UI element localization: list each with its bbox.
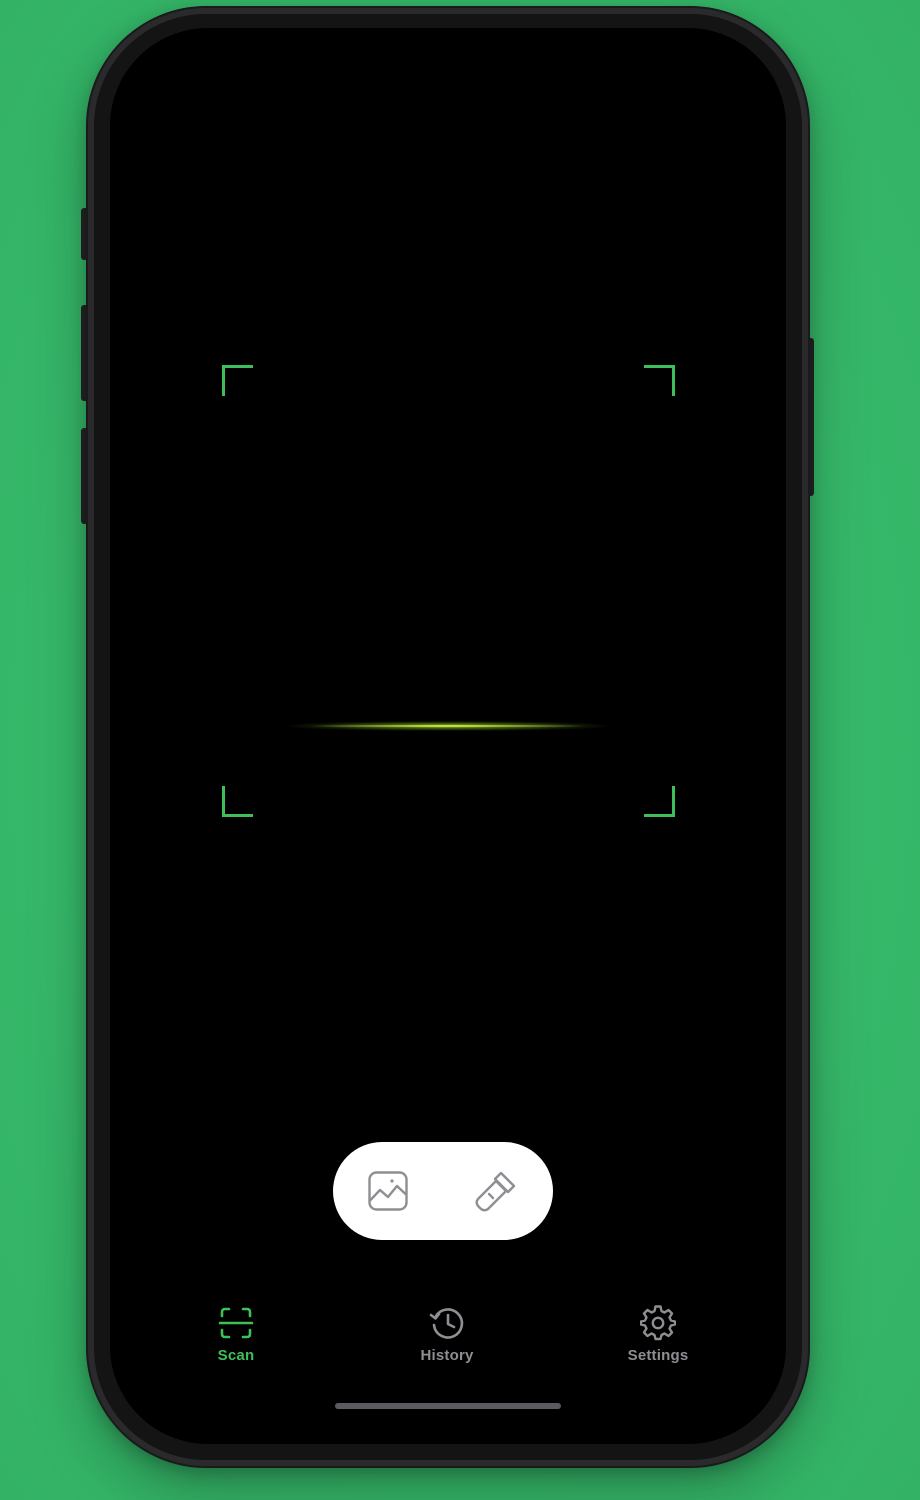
- tab-scan[interactable]: Scan: [176, 1304, 296, 1374]
- frame-corner-top-right: [644, 365, 675, 396]
- tab-history[interactable]: History: [387, 1304, 507, 1374]
- gear-icon: [640, 1305, 676, 1341]
- phone-screen: Scan History Settings: [110, 28, 786, 1444]
- tab-scan-label: Scan: [217, 1347, 255, 1364]
- gallery-button[interactable]: [363, 1166, 413, 1216]
- photo-icon: [368, 1171, 408, 1211]
- frame-corner-bottom-right: [644, 786, 675, 817]
- tab-history-label: History: [420, 1347, 474, 1364]
- tab-settings-label: Settings: [627, 1347, 689, 1364]
- tab-bar: Scan History Settings: [110, 1304, 786, 1384]
- flashlight-icon: [475, 1171, 516, 1212]
- scan-line: [290, 721, 606, 731]
- home-indicator[interactable]: [335, 1403, 561, 1409]
- history-icon: [429, 1308, 464, 1339]
- frame-corner-top-left: [222, 365, 253, 396]
- frame-corner-bottom-left: [222, 786, 253, 817]
- flashlight-button[interactable]: [471, 1166, 521, 1216]
- scan-icon: [218, 1307, 254, 1339]
- tab-settings[interactable]: Settings: [598, 1304, 718, 1374]
- background: Scan History Settings: [0, 0, 920, 1500]
- camera-viewfinder[interactable]: [222, 365, 672, 814]
- action-pill: [333, 1142, 553, 1240]
